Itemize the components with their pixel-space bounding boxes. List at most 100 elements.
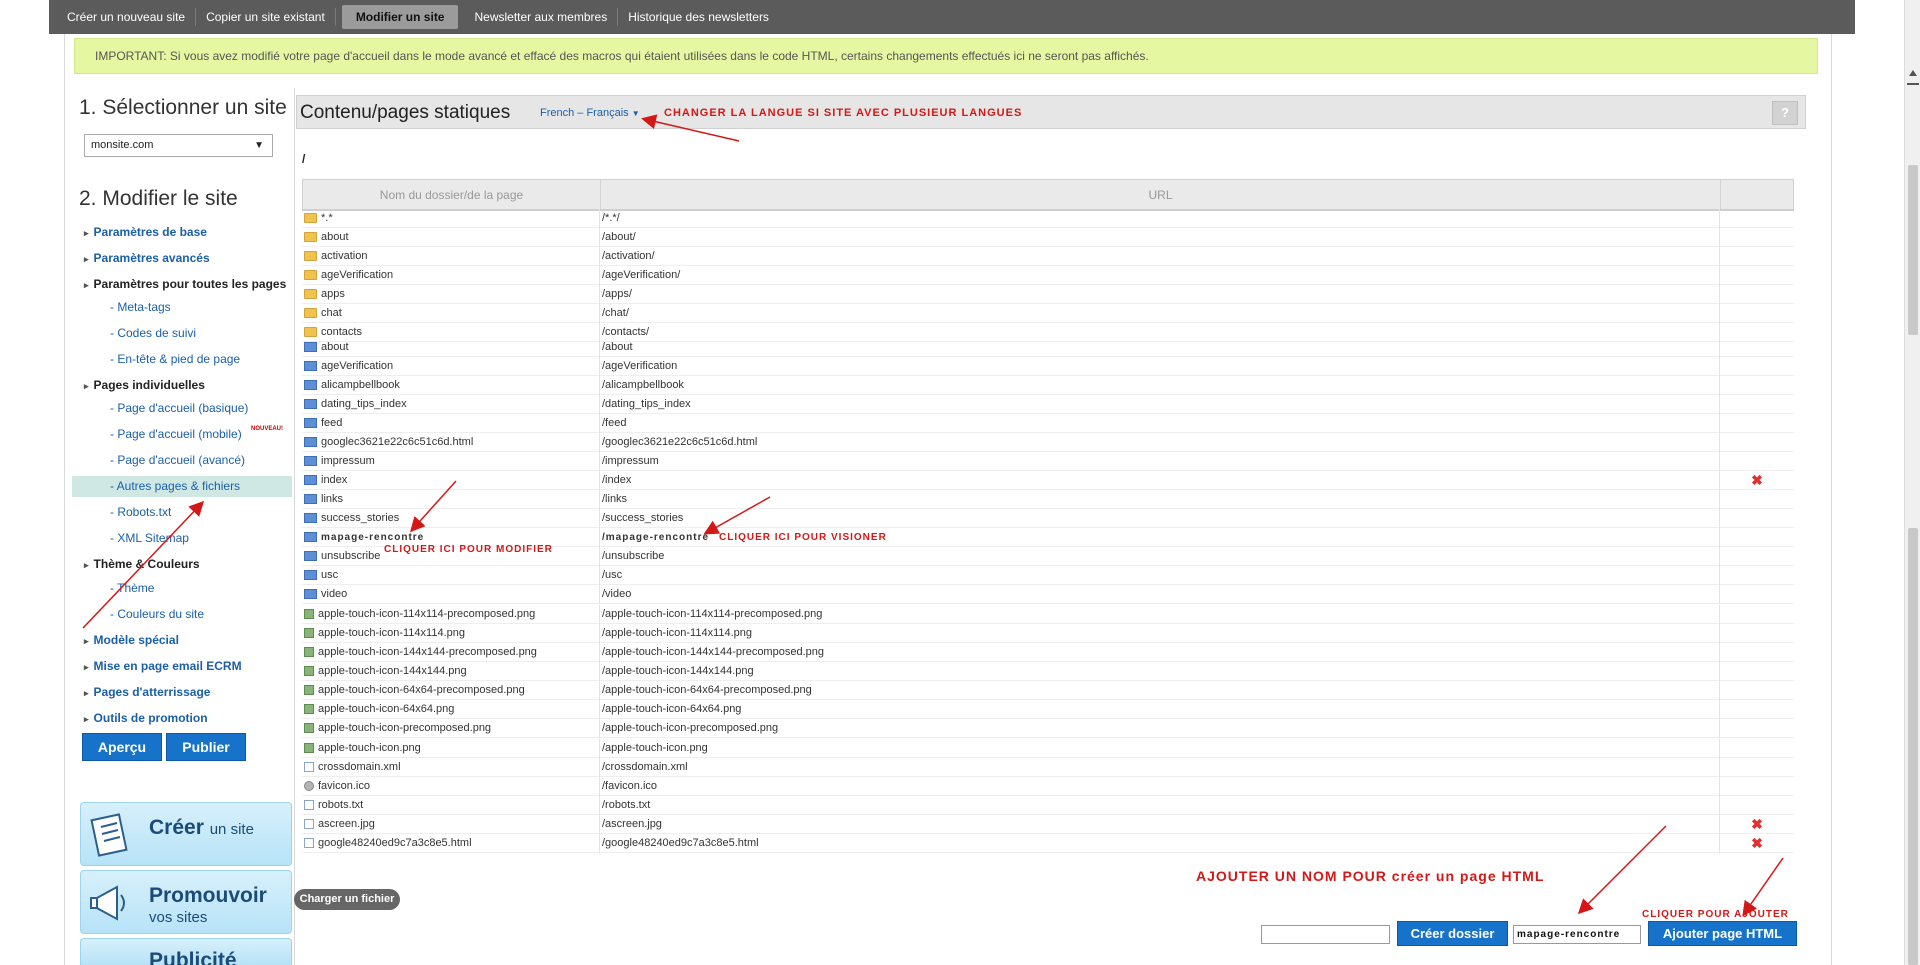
row-name[interactable]: *.* xyxy=(321,212,333,224)
row-name-cell[interactable]: googlec3621e22c6c51c6d.html xyxy=(302,432,600,452)
row-name[interactable]: mapage-rencontre xyxy=(321,532,424,543)
table-row[interactable]: chat/chat/ xyxy=(302,303,1794,323)
table-row[interactable]: about/about/ xyxy=(302,227,1794,247)
row-url[interactable]: /robots.txt xyxy=(600,795,1720,815)
row-url[interactable]: /googlec3621e22c6c51c6d.html xyxy=(600,432,1720,452)
row-url[interactable]: /success_stories xyxy=(600,508,1720,528)
nav-home-mobile[interactable]: - Page d'accueil (mobile) xyxy=(110,427,242,441)
row-name-cell[interactable]: apps xyxy=(302,284,600,304)
nav-theme[interactable]: - Thème xyxy=(110,581,154,595)
row-url[interactable]: /apple-touch-icon-64x64.png xyxy=(600,699,1720,719)
row-url[interactable]: /about xyxy=(600,337,1720,357)
table-row[interactable]: robots.txt/robots.txt xyxy=(302,795,1794,815)
table-row[interactable]: apple-touch-icon-114x114.png/apple-touch… xyxy=(302,623,1794,643)
page-scrollbar[interactable] xyxy=(1904,0,1920,965)
table-row[interactable]: alicampbellbook/alicampbellbook xyxy=(302,375,1794,395)
nav-landing-pages[interactable]: Pages d'atterrissage xyxy=(84,685,211,699)
row-name-cell[interactable]: apple-touch-icon.png xyxy=(302,738,600,758)
folder-name-input[interactable] xyxy=(1261,925,1390,944)
delete-icon[interactable]: ✖ xyxy=(1720,816,1794,833)
page-name-input[interactable] xyxy=(1513,925,1641,944)
row-name[interactable]: links xyxy=(321,493,343,505)
row-name[interactable]: ascreen.jpg xyxy=(318,818,375,830)
row-url[interactable]: /ascreen.jpg xyxy=(600,814,1720,834)
nav-robots[interactable]: - Robots.txt xyxy=(110,505,171,519)
row-url[interactable]: /crossdomain.xml xyxy=(600,757,1720,777)
nav-promotion-tools[interactable]: Outils de promotion xyxy=(84,711,208,725)
nav-home-basic[interactable]: - Page d'accueil (basique) xyxy=(110,401,248,415)
row-name-cell[interactable]: alicampbellbook xyxy=(302,375,600,395)
nav-other-pages-files[interactable]: - Autres pages & fichiers xyxy=(110,479,240,493)
nav-basic-settings[interactable]: Paramètres de base xyxy=(84,225,207,239)
nav-all-pages-settings[interactable]: Paramètres pour toutes les pages xyxy=(84,277,287,291)
row-url[interactable]: /alicampbellbook xyxy=(600,375,1720,395)
table-row[interactable]: favicon.ico/favicon.ico xyxy=(302,776,1794,796)
table-row[interactable]: apple-touch-icon-precomposed.png/apple-t… xyxy=(302,718,1794,738)
row-name-cell[interactable]: impressum xyxy=(302,451,600,471)
row-name-cell[interactable]: ageVerification xyxy=(302,356,600,376)
row-name[interactable]: contacts xyxy=(321,326,362,338)
row-name[interactable]: ageVerification xyxy=(321,360,393,372)
row-url[interactable]: /chat/ xyxy=(600,303,1720,323)
row-name-cell[interactable]: feed xyxy=(302,413,600,433)
table-row[interactable]: apple-touch-icon-64x64.png/apple-touch-i… xyxy=(302,699,1794,719)
row-name[interactable]: apple-touch-icon.png xyxy=(318,742,421,754)
row-name[interactable]: apps xyxy=(321,288,345,300)
nav-email-ecrm[interactable]: Mise en page email ECRM xyxy=(84,659,242,673)
row-url[interactable]: /apple-touch-icon-114x114.png xyxy=(600,623,1720,643)
create-folder-button[interactable]: Créer dossier xyxy=(1397,921,1508,946)
table-row[interactable]: *.* /*.*/ xyxy=(302,208,1794,228)
row-url[interactable]: /apple-touch-icon-precomposed.png xyxy=(600,718,1720,738)
table-row[interactable]: feed/feed xyxy=(302,413,1794,433)
table-row[interactable]: impressum/impressum xyxy=(302,451,1794,471)
tab-copy-site[interactable]: Copier un site existant xyxy=(196,8,336,26)
row-url[interactable]: /apple-touch-icon.png xyxy=(600,738,1720,758)
promo-advertising[interactable]: Publicité xyxy=(80,938,292,965)
row-url[interactable]: /ageVerification xyxy=(600,356,1720,376)
row-url[interactable]: /about/ xyxy=(600,227,1720,247)
table-row[interactable]: dating_tips_index/dating_tips_index xyxy=(302,394,1794,414)
tab-create-site[interactable]: Créer un nouveau site xyxy=(57,8,197,26)
nav-tracking-codes[interactable]: - Codes de suivi xyxy=(110,326,196,340)
row-name-cell[interactable]: chat xyxy=(302,303,600,323)
table-row[interactable]: apple-touch-icon.png/apple-touch-icon.pn… xyxy=(302,738,1794,758)
row-name-cell[interactable]: apple-touch-icon-144x144-precomposed.png xyxy=(302,642,600,662)
table-row[interactable]: ageVerification/ageVerification xyxy=(302,356,1794,376)
row-name-cell[interactable]: ageVerification xyxy=(302,265,600,285)
row-name-cell[interactable]: apple-touch-icon-144x144.png xyxy=(302,661,600,681)
delete-icon[interactable]: ✖ xyxy=(1720,472,1794,489)
upload-file-button[interactable]: Charger un fichier xyxy=(294,889,400,910)
row-name-cell[interactable]: google48240ed9c7a3c8e5.html xyxy=(302,833,600,853)
row-name[interactable]: unsubscribe xyxy=(321,550,380,562)
row-name[interactable]: googlec3621e22c6c51c6d.html xyxy=(321,436,473,448)
row-name-cell[interactable]: robots.txt xyxy=(302,795,600,815)
tab-newsletter-history[interactable]: Historique des newsletters xyxy=(618,8,779,26)
scrollbar-thumb[interactable] xyxy=(1908,165,1918,335)
row-name[interactable]: crossdomain.xml xyxy=(318,761,401,773)
row-name[interactable]: apple-touch-icon-144x144-precomposed.png xyxy=(318,646,537,658)
row-url[interactable]: /ageVerification/ xyxy=(600,265,1720,285)
row-name-cell[interactable]: usc xyxy=(302,565,600,585)
table-row[interactable]: google48240ed9c7a3c8e5.html/google48240e… xyxy=(302,833,1794,853)
row-name-cell[interactable]: crossdomain.xml xyxy=(302,757,600,777)
publish-button[interactable]: Publier xyxy=(166,733,246,761)
table-row[interactable]: activation/activation/ xyxy=(302,246,1794,266)
row-name[interactable]: impressum xyxy=(321,455,375,467)
table-row[interactable]: ascreen.jpg/ascreen.jpg ✖ xyxy=(302,814,1794,834)
row-name-cell[interactable]: dating_tips_index xyxy=(302,394,600,414)
row-name[interactable]: video xyxy=(321,588,347,600)
table-row[interactable]: usc/usc xyxy=(302,565,1794,585)
nav-special-template[interactable]: Modèle spécial xyxy=(84,633,179,647)
help-button[interactable]: ? xyxy=(1772,101,1798,125)
row-name-cell[interactable]: activation xyxy=(302,246,600,266)
promo-promote-sites[interactable]: Promouvoir vos sites xyxy=(80,870,292,934)
row-url[interactable]: /index xyxy=(600,470,1720,490)
promo-create-site[interactable]: Créer un site xyxy=(80,802,292,866)
row-name-cell[interactable]: apple-touch-icon-114x114.png xyxy=(302,623,600,643)
row-name[interactable]: index xyxy=(321,474,347,486)
nav-site-colors[interactable]: - Couleurs du site xyxy=(110,607,204,621)
add-html-page-button[interactable]: Ajouter page HTML xyxy=(1648,921,1797,946)
row-name-cell[interactable]: apple-touch-icon-114x114-precomposed.png xyxy=(302,604,600,624)
row-name[interactable]: alicampbellbook xyxy=(321,379,400,391)
table-row[interactable]: apple-touch-icon-144x144-precomposed.png… xyxy=(302,642,1794,662)
